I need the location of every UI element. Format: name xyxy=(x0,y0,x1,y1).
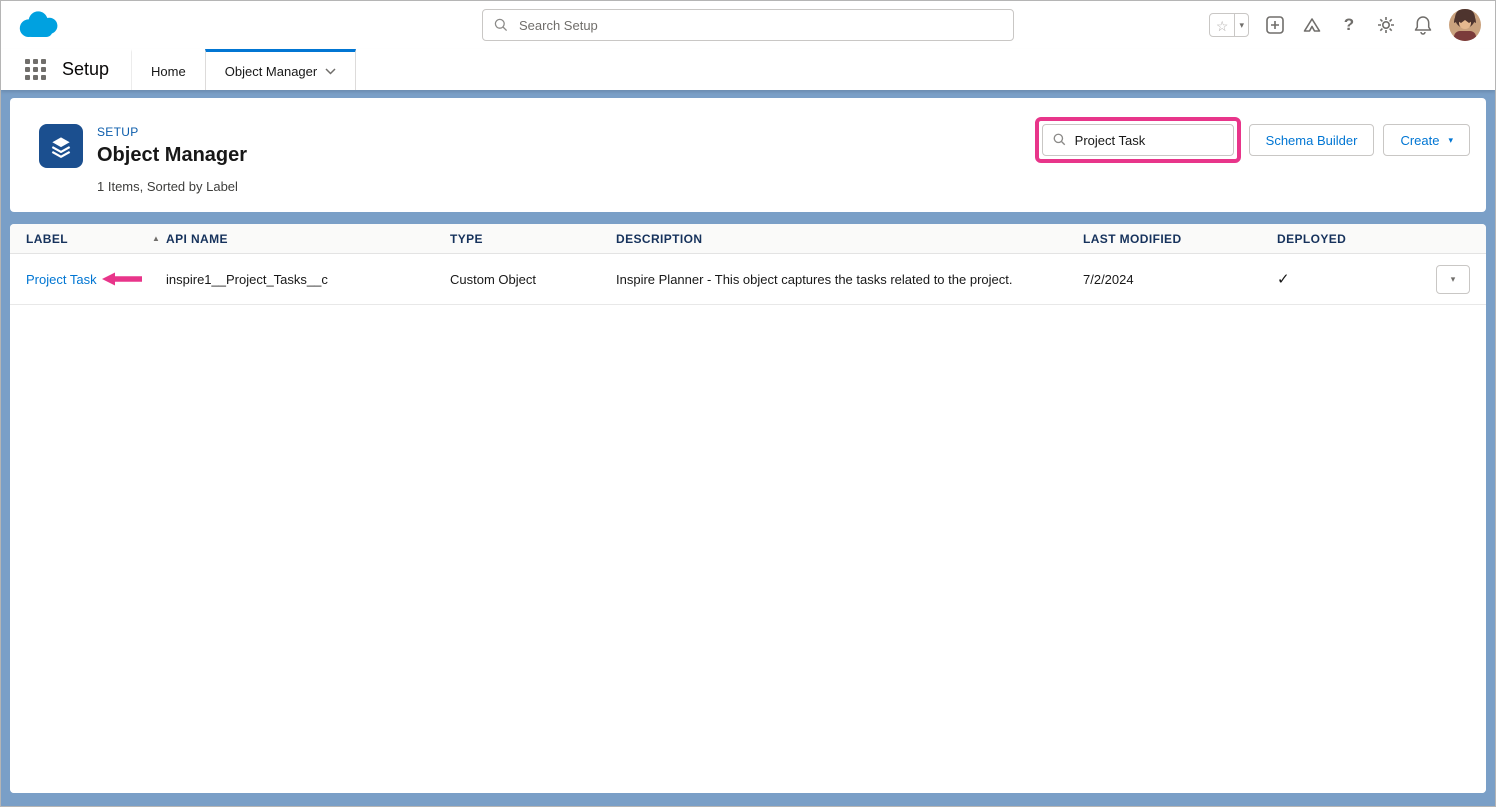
object-manager-tile xyxy=(39,124,83,168)
cell-description: Inspire Planner - This object captures t… xyxy=(616,271,1013,287)
column-header-last-modified[interactable]: LAST MODIFIED xyxy=(1083,232,1277,246)
deployed-check-icon: ✓ xyxy=(1277,271,1290,288)
setup-app-label: Setup xyxy=(62,59,110,79)
tab-home[interactable]: Home xyxy=(131,49,205,90)
cell-api-name: inspire1__Project_Tasks__c xyxy=(166,271,328,287)
user-avatar[interactable] xyxy=(1449,9,1481,41)
salesforce-setup-page: ☆ ▾ ? xyxy=(0,0,1496,807)
global-add-button[interactable] xyxy=(1264,14,1286,36)
cell-type: Custom Object xyxy=(450,271,536,287)
cell-last-modified: 7/2/2024 xyxy=(1083,271,1134,287)
search-icon xyxy=(1053,133,1065,146)
schema-builder-label: Schema Builder xyxy=(1265,132,1358,148)
avatar-image xyxy=(1449,9,1481,41)
object-manager-header-card: SETUP Object Manager 1 Items, Sorted by … xyxy=(10,98,1486,212)
guidance-center-button[interactable] xyxy=(1301,14,1323,36)
notifications-button[interactable] xyxy=(1412,14,1434,36)
setup-eyebrow: SETUP xyxy=(97,125,139,139)
column-header-api-name[interactable]: API NAME xyxy=(166,232,450,246)
trailhead-tent-icon xyxy=(1303,18,1321,32)
favorites-control[interactable]: ☆ ▾ xyxy=(1208,13,1249,37)
tab-home-label: Home xyxy=(151,63,186,79)
row-actions-button[interactable]: ▾ xyxy=(1436,264,1470,294)
caret-down-icon: ▾ xyxy=(1450,273,1456,284)
objects-table: LABEL ▲ API NAME TYPE DESCRIPTION LAST M… xyxy=(10,224,1486,793)
salesforce-logo[interactable] xyxy=(15,9,67,41)
header-controls: Schema Builder Create ▾ xyxy=(1034,117,1470,163)
create-button[interactable]: Create ▾ xyxy=(1383,124,1470,156)
tab-object-manager-label: Object Manager xyxy=(224,63,318,79)
gear-icon xyxy=(1378,17,1394,33)
header-actions: ☆ ▾ ? xyxy=(1208,9,1481,41)
quick-find xyxy=(1034,117,1241,163)
favorites-caret-icon: ▾ xyxy=(1234,14,1248,36)
help-icon: ? xyxy=(1343,15,1355,34)
caret-down-icon: ▾ xyxy=(1448,134,1453,145)
search-icon xyxy=(494,18,508,32)
setup-content-area: SETUP Object Manager 1 Items, Sorted by … xyxy=(1,90,1495,806)
table-row: Project Task inspire1__Project_Tasks__c … xyxy=(10,254,1486,305)
favorites-star-icon: ☆ xyxy=(1215,18,1229,34)
cell-label: Project Task xyxy=(26,272,166,287)
plus-square-icon xyxy=(1266,16,1284,34)
setup-tabs: Home Object Manager xyxy=(131,49,357,90)
global-search-input[interactable] xyxy=(482,9,1014,41)
column-header-type[interactable]: TYPE xyxy=(450,232,616,246)
page-title-block: SETUP Object Manager 1 Items, Sorted by … xyxy=(97,124,247,194)
schema-builder-button[interactable]: Schema Builder xyxy=(1248,124,1375,156)
object-link[interactable]: Project Task xyxy=(26,272,97,287)
column-header-label[interactable]: LABEL ▲ xyxy=(26,232,166,246)
setup-gear-button[interactable] xyxy=(1375,14,1397,36)
quick-find-input[interactable] xyxy=(1041,124,1234,156)
item-count-text: 1 Items, Sorted by Label xyxy=(97,179,238,194)
annotation-arrow xyxy=(101,272,142,286)
salesforce-cloud-icon xyxy=(19,11,58,37)
app-launcher-icon[interactable] xyxy=(21,55,50,84)
table-header-row: LABEL ▲ API NAME TYPE DESCRIPTION LAST M… xyxy=(10,224,1486,254)
setup-nav-bar: Setup Home Object Manager xyxy=(1,49,1495,90)
column-header-description[interactable]: DESCRIPTION xyxy=(616,232,1083,246)
sort-ascending-icon: ▲ xyxy=(152,234,161,243)
chevron-down-icon xyxy=(325,67,336,75)
create-label: Create xyxy=(1400,132,1440,148)
table-empty-area xyxy=(10,305,1486,793)
tab-object-manager[interactable]: Object Manager xyxy=(204,49,357,90)
bell-icon xyxy=(1414,16,1432,35)
global-search xyxy=(482,9,1014,41)
global-header: ☆ ▾ ? xyxy=(1,1,1495,49)
page-title: Object Manager xyxy=(97,144,248,166)
help-button[interactable]: ? xyxy=(1338,14,1360,36)
column-header-label-text: LABEL xyxy=(26,231,68,246)
layers-icon xyxy=(51,137,71,158)
column-header-deployed[interactable]: DEPLOYED xyxy=(1277,232,1433,246)
